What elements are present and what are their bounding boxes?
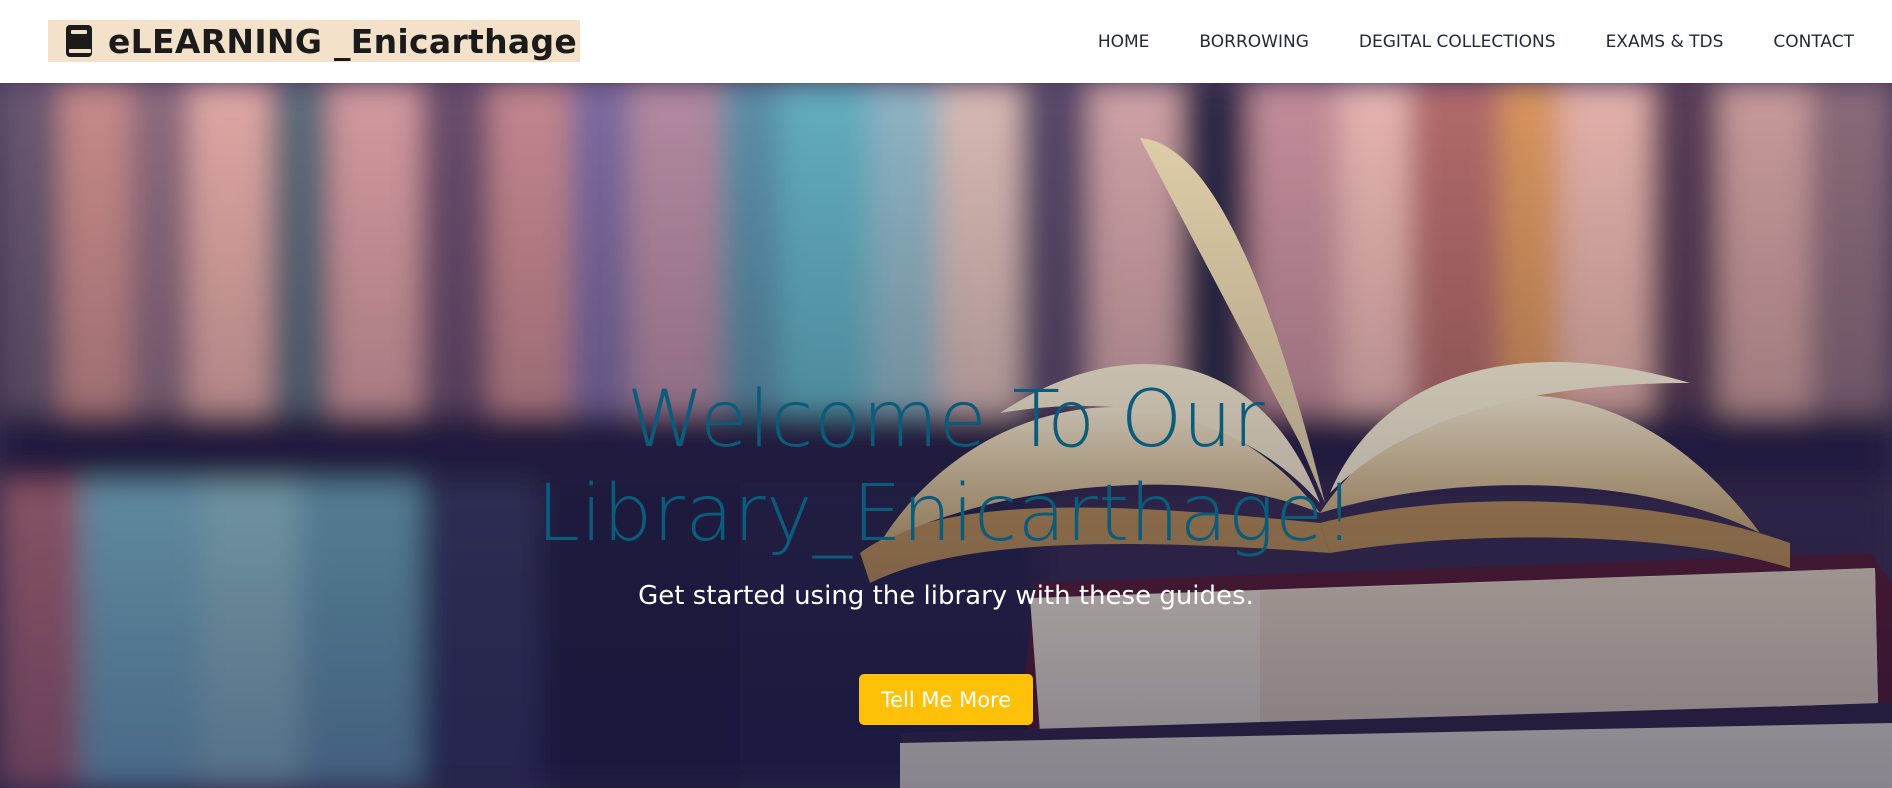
brand-logo-link[interactable]: eLEARNING _Enicarthage [48,20,580,62]
tell-me-more-button[interactable]: Tell Me More [859,674,1033,725]
nav-exams-tds[interactable]: EXAMS & TDS [1606,32,1724,52]
nav-digital-collections[interactable]: DEGITAL COLLECTIONS [1359,32,1556,52]
hero-title-line-1: Welcome To Our [626,375,1266,465]
nav-home[interactable]: HOME [1098,32,1150,52]
navbar: eLEARNING _Enicarthage HOME BORROWING DE… [0,0,1892,83]
hero-content: Welcome To Our Library_Enicarthage! Get … [0,83,1892,788]
nav-contact[interactable]: CONTACT [1773,32,1854,52]
hero-subtitle: Get started using the library with these… [638,581,1254,611]
nav-borrowing[interactable]: BORROWING [1199,32,1308,52]
main-nav: HOME BORROWING DEGITAL COLLECTIONS EXAMS… [1098,0,1854,83]
hero-title: Welcome To Our Library_Enicarthage! [0,373,1892,561]
hero-section: Welcome To Our Library_Enicarthage! Get … [0,83,1892,788]
brand-title: eLEARNING _Enicarthage [108,21,578,61]
book-icon [64,23,94,59]
hero-title-line-2: Library_Enicarthage! [536,469,1356,559]
